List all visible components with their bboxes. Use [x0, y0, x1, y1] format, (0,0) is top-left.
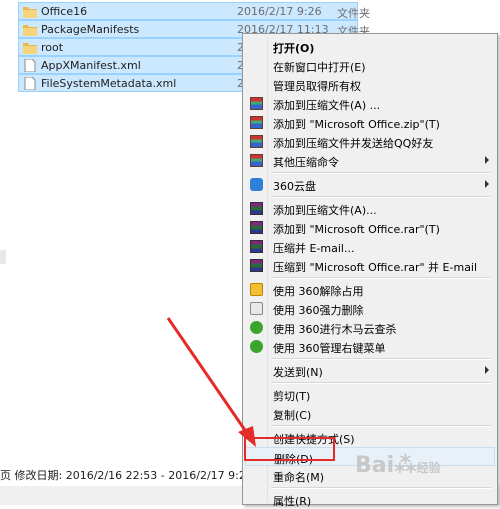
file-name: Office16: [41, 5, 88, 18]
archive-icon: [250, 154, 263, 167]
winrar-icon: [250, 221, 263, 234]
menu-separator: [271, 487, 491, 489]
menu-item-label: 在新窗口中打开(E): [273, 61, 366, 74]
file-date: 2016/2/17 9:26: [237, 5, 322, 18]
modified-date-range: 页 修改日期: 2016/2/16 22:53 - 2016/2/17 9:26: [0, 469, 253, 482]
menu-item-label: 压缩并 E-mail...: [273, 242, 355, 255]
unlock-icon: [250, 283, 263, 296]
menu-item-label: 360云盘: [273, 180, 316, 193]
menu-item-other-compress[interactable]: 其他压缩命令: [245, 151, 495, 170]
file-name: FileSystemMetadata.xml: [41, 77, 177, 90]
menu-item-label: 属性(R): [273, 495, 312, 508]
file-name: AppXManifest.xml: [41, 59, 141, 72]
watermark-suffix: 经验: [416, 461, 441, 475]
menu-item-label: 管理员取得所有权: [273, 80, 361, 93]
menu-item-send-to[interactable]: 发送到(N): [245, 361, 495, 380]
menu-item-label: 添加到 "Microsoft Office.rar"(T): [273, 223, 440, 236]
menu-separator: [271, 277, 491, 279]
menu-item-label: 使用 360管理右键菜单: [273, 342, 386, 355]
paw-icon: ⁂: [394, 453, 417, 478]
shredder-icon: [250, 302, 263, 315]
menu-item-label: 压缩到 "Microsoft Office.rar" 并 E-mail: [273, 261, 478, 274]
menu-item-add-to-archive-rar[interactable]: 添加到压缩文件(A)...: [245, 199, 495, 218]
menu-item-label: 使用 360强力删除: [273, 304, 364, 317]
folder-icon: [23, 25, 37, 36]
menu-separator: [271, 172, 491, 174]
menu-item-compress-email[interactable]: 压缩并 E-mail...: [245, 237, 495, 256]
submenu-arrow-icon: [485, 366, 489, 374]
baidu-watermark: Bai⁂经验: [355, 453, 441, 478]
menu-item-360-cloud[interactable]: 360云盘: [245, 175, 495, 194]
context-menu: 打开(O) 在新窗口中打开(E) 管理员取得所有权 添加到压缩文件(A) ...…: [242, 33, 498, 508]
menu-separator: [271, 196, 491, 198]
archive-icon: [250, 97, 263, 110]
menu-item-label: 打开(O): [273, 42, 315, 55]
menu-separator: [271, 358, 491, 360]
delete-highlight-box: [244, 437, 335, 461]
menu-item-label: 使用 360进行木马云查杀: [273, 323, 397, 336]
menu-item-360-trojan-scan[interactable]: 使用 360进行木马云查杀: [245, 318, 495, 337]
menu-item-label: 其他压缩命令: [273, 156, 339, 169]
menu-item-label: 剪切(T): [273, 390, 311, 403]
file-row-office16[interactable]: Office16 2016/2/17 9:26 文件夹: [18, 2, 370, 20]
menu-item-label: 添加到 "Microsoft Office.zip"(T): [273, 118, 440, 131]
menu-separator: [271, 382, 491, 384]
menu-item-add-to-zip[interactable]: 添加到 "Microsoft Office.zip"(T): [245, 113, 495, 132]
file-name: root: [41, 41, 64, 54]
menu-item-360-unlock[interactable]: 使用 360解除占用: [245, 280, 495, 299]
winrar-icon: [250, 240, 263, 253]
menu-item-360-force-delete[interactable]: 使用 360强力删除: [245, 299, 495, 318]
menu-item-add-to-rar[interactable]: 添加到 "Microsoft Office.rar"(T): [245, 218, 495, 237]
menu-item-label: 添加到压缩文件并发送给QQ好友: [273, 137, 434, 150]
winrar-icon: [250, 202, 263, 215]
menu-item-label: 添加到压缩文件(A) ...: [273, 99, 381, 112]
file-name: PackageManifests: [41, 23, 140, 36]
file-type: 文件夹: [337, 7, 370, 20]
archive-icon: [250, 135, 263, 148]
menu-item-add-zip-send-qq[interactable]: 添加到压缩文件并发送给QQ好友: [245, 132, 495, 151]
watermark-text: Bai: [355, 453, 395, 478]
menu-item-open[interactable]: 打开(O): [245, 37, 495, 56]
360-security-icon: [250, 321, 263, 334]
menu-item-label: 复制(C): [273, 409, 312, 422]
folder-icon: [23, 43, 37, 54]
folder-icon: [23, 7, 37, 18]
menu-item-label: 重命名(M): [273, 471, 325, 484]
winrar-icon: [250, 259, 263, 272]
archive-icon: [250, 116, 263, 129]
submenu-arrow-icon: [485, 156, 489, 164]
menu-item-label: 发送到(N): [273, 366, 323, 379]
menu-item-cut[interactable]: 剪切(T): [245, 385, 495, 404]
menu-separator: [271, 425, 491, 427]
document-icon: [24, 77, 36, 90]
cloud-icon: [250, 178, 263, 191]
menu-item-label: 使用 360解除占用: [273, 285, 364, 298]
document-icon: [24, 59, 36, 72]
submenu-arrow-icon: [485, 180, 489, 188]
menu-item-properties[interactable]: 属性(R): [245, 490, 495, 509]
menu-item-360-manage-menu[interactable]: 使用 360管理右键菜单: [245, 337, 495, 356]
360-security-icon: [250, 340, 263, 353]
menu-item-label: 添加到压缩文件(A)...: [273, 204, 377, 217]
menu-item-compress-rar-email[interactable]: 压缩到 "Microsoft Office.rar" 并 E-mail: [245, 256, 495, 275]
menu-item-copy[interactable]: 复制(C): [245, 404, 495, 423]
navigation-pane-edge: [0, 250, 6, 264]
menu-item-open-new-window[interactable]: 在新窗口中打开(E): [245, 56, 495, 75]
menu-item-add-to-archive-zip[interactable]: 添加到压缩文件(A) ...: [245, 94, 495, 113]
menu-item-take-ownership[interactable]: 管理员取得所有权: [245, 75, 495, 94]
